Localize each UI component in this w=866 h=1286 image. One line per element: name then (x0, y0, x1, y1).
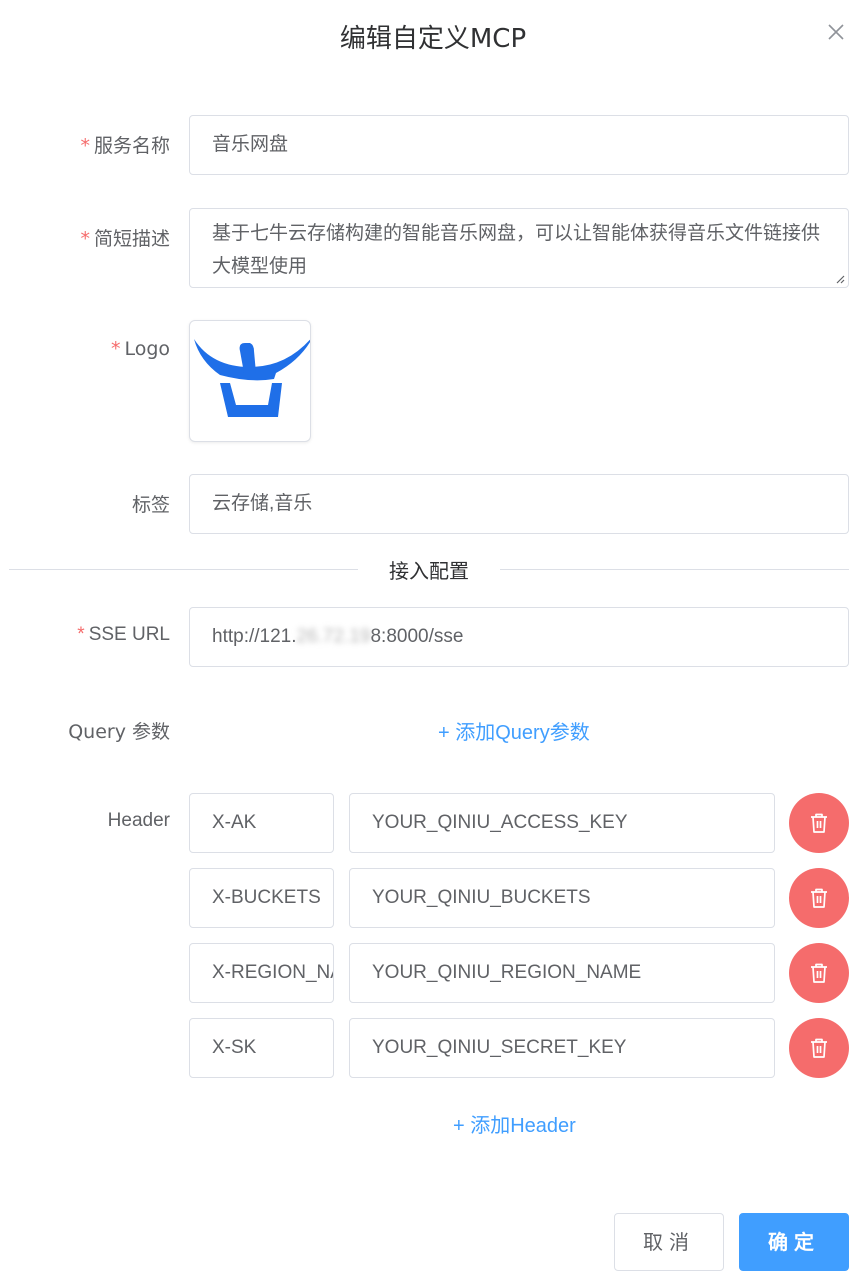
header-value-input[interactable]: YOUR_QINIU_SECRET_KEY (349, 1018, 775, 1078)
sse-url-suffix: 8:8000/sse (370, 626, 464, 647)
delete-header-button[interactable] (789, 793, 849, 853)
service-name-label: * 服务名称 (80, 131, 170, 158)
close-icon[interactable] (826, 22, 846, 42)
header-key-input[interactable]: X-SK (189, 1018, 334, 1078)
description-text: 基于七牛云存储构建的智能音乐网盘，可以让智能体获得音乐文件链接供大模型使用 (212, 222, 821, 277)
sse-url-label: * SSE URL (77, 624, 170, 646)
header-value-input[interactable]: YOUR_QINIU_REGION_NAME (349, 943, 775, 1003)
logo-label-text: Logo (124, 338, 170, 360)
header-key-input[interactable]: X-AK (189, 793, 334, 853)
required-mark: * (80, 228, 90, 250)
sse-url-prefix: http://121. (212, 626, 297, 647)
cancel-button[interactable]: 取消 (614, 1213, 724, 1271)
divider-left (9, 569, 358, 570)
confirm-button[interactable]: 确定 (739, 1213, 849, 1271)
add-query-button[interactable]: + 添加Query参数 (438, 716, 590, 745)
logo-label: * Logo (111, 338, 170, 360)
query-label: Query 参数 (68, 721, 170, 743)
delete-header-button[interactable] (789, 1018, 849, 1078)
tags-input[interactable]: 云存储,音乐 (189, 474, 849, 534)
section-title: 接入配置 (358, 555, 500, 584)
description-textarea[interactable]: 基于七牛云存储构建的智能音乐网盘，可以让智能体获得音乐文件链接供大模型使用 (189, 208, 849, 288)
service-name-label-text: 服务名称 (93, 135, 170, 157)
header-key-input[interactable]: X-REGION_NAME (189, 943, 334, 1003)
logo-upload[interactable] (189, 320, 311, 442)
delete-header-button[interactable] (789, 943, 849, 1003)
required-mark: * (80, 135, 90, 157)
header-key-input[interactable]: X-BUCKETS (189, 868, 334, 928)
qiniu-logo-icon (194, 339, 310, 417)
header-value-input[interactable]: YOUR_QINIU_ACCESS_KEY (349, 793, 775, 853)
sse-url-masked: 26.72.19 (296, 626, 371, 647)
trash-icon (811, 888, 827, 908)
divider-right (500, 569, 849, 570)
add-header-button[interactable]: + 添加Header (453, 1109, 576, 1138)
dialog-title: 编辑自定义MCP (339, 24, 527, 54)
header-value-input[interactable]: YOUR_QINIU_BUCKETS (349, 868, 775, 928)
description-label-text: 简短描述 (93, 228, 170, 250)
trash-icon (811, 1038, 827, 1058)
tags-label: 标签 (131, 494, 170, 516)
trash-icon (811, 963, 827, 983)
resize-grip-icon[interactable] (835, 274, 845, 284)
header-label: Header (107, 810, 170, 831)
sse-url-input[interactable]: http://121.26.72.198:8000/sse (189, 607, 849, 667)
trash-icon (811, 813, 827, 833)
required-mark: * (110, 338, 121, 360)
sse-url-label-text: SSE URL (88, 624, 170, 645)
delete-header-button[interactable] (789, 868, 849, 928)
service-name-input[interactable]: 音乐网盘 (189, 115, 849, 175)
description-label: * 简短描述 (80, 224, 170, 251)
required-mark: * (77, 624, 85, 645)
